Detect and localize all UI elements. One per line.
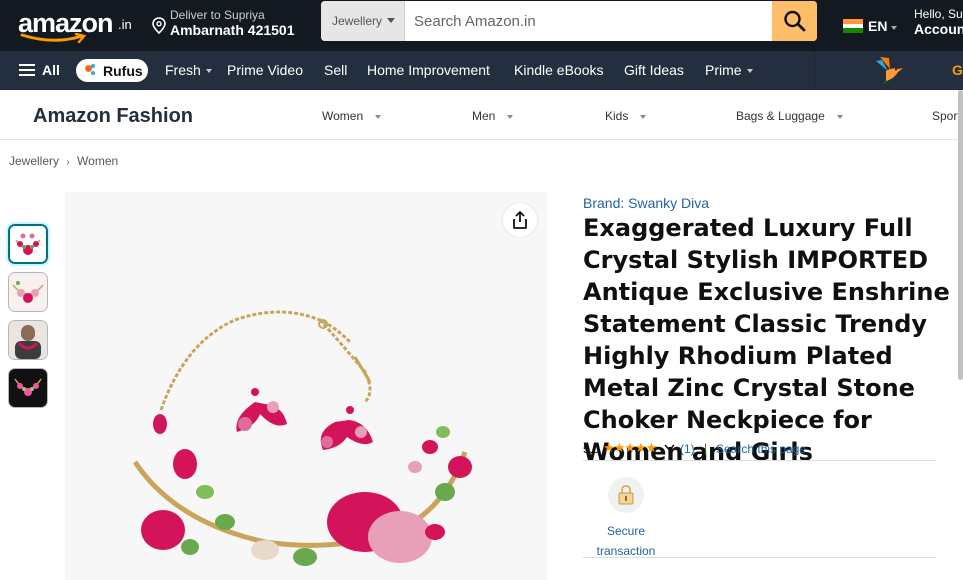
nav-link-prime[interactable]: Prime bbox=[705, 62, 753, 78]
rating-count-link[interactable]: (1) bbox=[680, 442, 695, 456]
search-bar: Jewellery bbox=[321, 1, 817, 41]
nav-link-label: Home Improvement bbox=[367, 62, 490, 78]
nav-link-gift-ideas[interactable]: Gift Ideas bbox=[624, 62, 684, 78]
search-this-page-link[interactable]: Search this page bbox=[716, 442, 806, 456]
chevron-down-icon[interactable] bbox=[664, 444, 675, 452]
fashion-category-women[interactable]: Women bbox=[322, 109, 382, 123]
nav-link-home-improvement[interactable]: Home Improvement bbox=[367, 62, 490, 78]
share-icon bbox=[513, 211, 527, 229]
main-nav: All Rufus Fresh Prime Video Sell Home Im… bbox=[0, 51, 963, 90]
nav-link-kindle-ebooks[interactable]: Kindle eBooks bbox=[514, 62, 604, 78]
deliver-to-name: Deliver to Supriya bbox=[170, 8, 265, 22]
promo-text[interactable]: G bbox=[952, 62, 963, 78]
divider bbox=[583, 557, 936, 558]
fashion-category-sport[interactable]: Sport bbox=[932, 109, 961, 123]
rufus-button[interactable]: Rufus bbox=[76, 59, 148, 82]
all-menu-label: All bbox=[42, 62, 60, 78]
nav-link-label: Kindle eBooks bbox=[514, 62, 604, 78]
brand-link[interactable]: Brand: Swanky Diva bbox=[583, 195, 709, 211]
search-category-select[interactable]: Jewellery bbox=[321, 1, 405, 41]
nav-link-fresh[interactable]: Fresh bbox=[165, 62, 212, 78]
search-input[interactable] bbox=[405, 1, 773, 41]
fashion-category-bags-luggage[interactable]: Bags & Luggage bbox=[736, 109, 843, 123]
lock-icon bbox=[618, 485, 634, 505]
breadcrumb: Jewellery › Women bbox=[9, 154, 118, 168]
logo-tld: .in bbox=[118, 17, 132, 32]
nav-link-prime-video[interactable]: Prime Video bbox=[227, 62, 303, 78]
deliver-to-location: Ambarnath 421501 bbox=[170, 22, 295, 38]
breadcrumb-jewellery[interactable]: Jewellery bbox=[9, 154, 59, 168]
rufus-icon bbox=[85, 64, 97, 77]
share-button[interactable] bbox=[503, 203, 537, 237]
caret-down-icon bbox=[205, 69, 212, 74]
nav-link-sell[interactable]: Sell bbox=[324, 62, 347, 78]
thumbnail-image bbox=[9, 369, 47, 407]
account-greeting: Hello, Su bbox=[914, 7, 963, 21]
fashion-category-label: Women bbox=[322, 109, 364, 123]
page-scrollbar[interactable] bbox=[958, 90, 963, 380]
nav-link-label: Sell bbox=[324, 62, 348, 78]
hamburger-icon bbox=[19, 64, 35, 76]
nav-link-label: Fresh bbox=[165, 62, 201, 78]
breadcrumb-women[interactable]: Women bbox=[77, 154, 118, 168]
rating-row: 5.0 ★★★★★ (1) | Search this page bbox=[583, 440, 936, 461]
top-nav: amazon .in Deliver to Supriya Ambarnath … bbox=[0, 0, 963, 51]
account-label: Accoun bbox=[914, 21, 963, 37]
nav-link-label: Gift Ideas bbox=[624, 62, 684, 78]
necklace-image bbox=[132, 310, 472, 566]
india-flag-icon bbox=[843, 19, 863, 33]
thumbnail-image bbox=[9, 321, 47, 359]
fashion-category-label: Bags & Luggage bbox=[736, 109, 825, 123]
rufus-label: Rufus bbox=[103, 63, 143, 79]
fashion-category-label: Sport bbox=[932, 109, 961, 123]
nav-link-label: Prime bbox=[705, 62, 742, 78]
secure-transaction-badge[interactable] bbox=[608, 477, 644, 513]
product-thumbnail-2[interactable] bbox=[8, 272, 48, 312]
divider bbox=[583, 460, 936, 461]
smile-arrow-icon bbox=[20, 33, 87, 43]
search-icon bbox=[784, 10, 806, 32]
product-thumbnail-3[interactable] bbox=[8, 320, 48, 360]
secure-transaction-label[interactable]: Secure transaction bbox=[590, 521, 662, 561]
product-title: Exaggerated Luxury Full Crystal Stylish … bbox=[583, 214, 950, 466]
language-label: EN bbox=[868, 18, 888, 34]
caret-down-icon bbox=[836, 114, 843, 119]
caret-down-icon bbox=[387, 18, 395, 23]
product-thumbnail-1[interactable] bbox=[8, 224, 48, 264]
fashion-category-kids[interactable]: Kids bbox=[605, 109, 647, 123]
main-product-image[interactable] bbox=[65, 192, 547, 580]
fashion-category-label: Men bbox=[472, 109, 496, 123]
breadcrumb-separator-icon: › bbox=[66, 157, 70, 168]
thumbnail-image bbox=[10, 226, 46, 262]
fashion-category-label: Kids bbox=[605, 109, 629, 123]
product-thumbnail-4[interactable] bbox=[8, 368, 48, 408]
caret-down-icon bbox=[375, 114, 382, 119]
star-rating-icon[interactable]: ★★★★★ bbox=[603, 440, 657, 456]
location-pin-icon bbox=[152, 17, 166, 34]
thumbnail-image bbox=[9, 273, 47, 311]
search-button[interactable] bbox=[772, 1, 817, 41]
caret-down-icon bbox=[746, 69, 753, 74]
rating-value: 5.0 bbox=[583, 442, 600, 456]
nav-link-label: Prime Video bbox=[227, 62, 304, 78]
amazon-fashion-title[interactable]: Amazon Fashion bbox=[33, 105, 193, 128]
fashion-category-men[interactable]: Men bbox=[472, 109, 514, 123]
amazon-logo[interactable]: amazon .in bbox=[18, 8, 133, 44]
caret-down-icon bbox=[891, 26, 897, 30]
hummingbird-icon[interactable] bbox=[872, 55, 906, 87]
nav-divider bbox=[814, 51, 815, 90]
caret-down-icon bbox=[640, 114, 647, 119]
account-menu[interactable]: Hello, Su Accoun bbox=[914, 7, 963, 37]
rating-divider: | bbox=[704, 441, 708, 455]
fashion-subnav: Amazon Fashion Women Men Kids Bags & Lug… bbox=[0, 90, 963, 140]
search-category-label: Jewellery bbox=[332, 14, 383, 28]
deliver-to[interactable]: Deliver to Supriya Ambarnath 421501 bbox=[152, 8, 312, 44]
caret-down-icon bbox=[507, 114, 514, 119]
